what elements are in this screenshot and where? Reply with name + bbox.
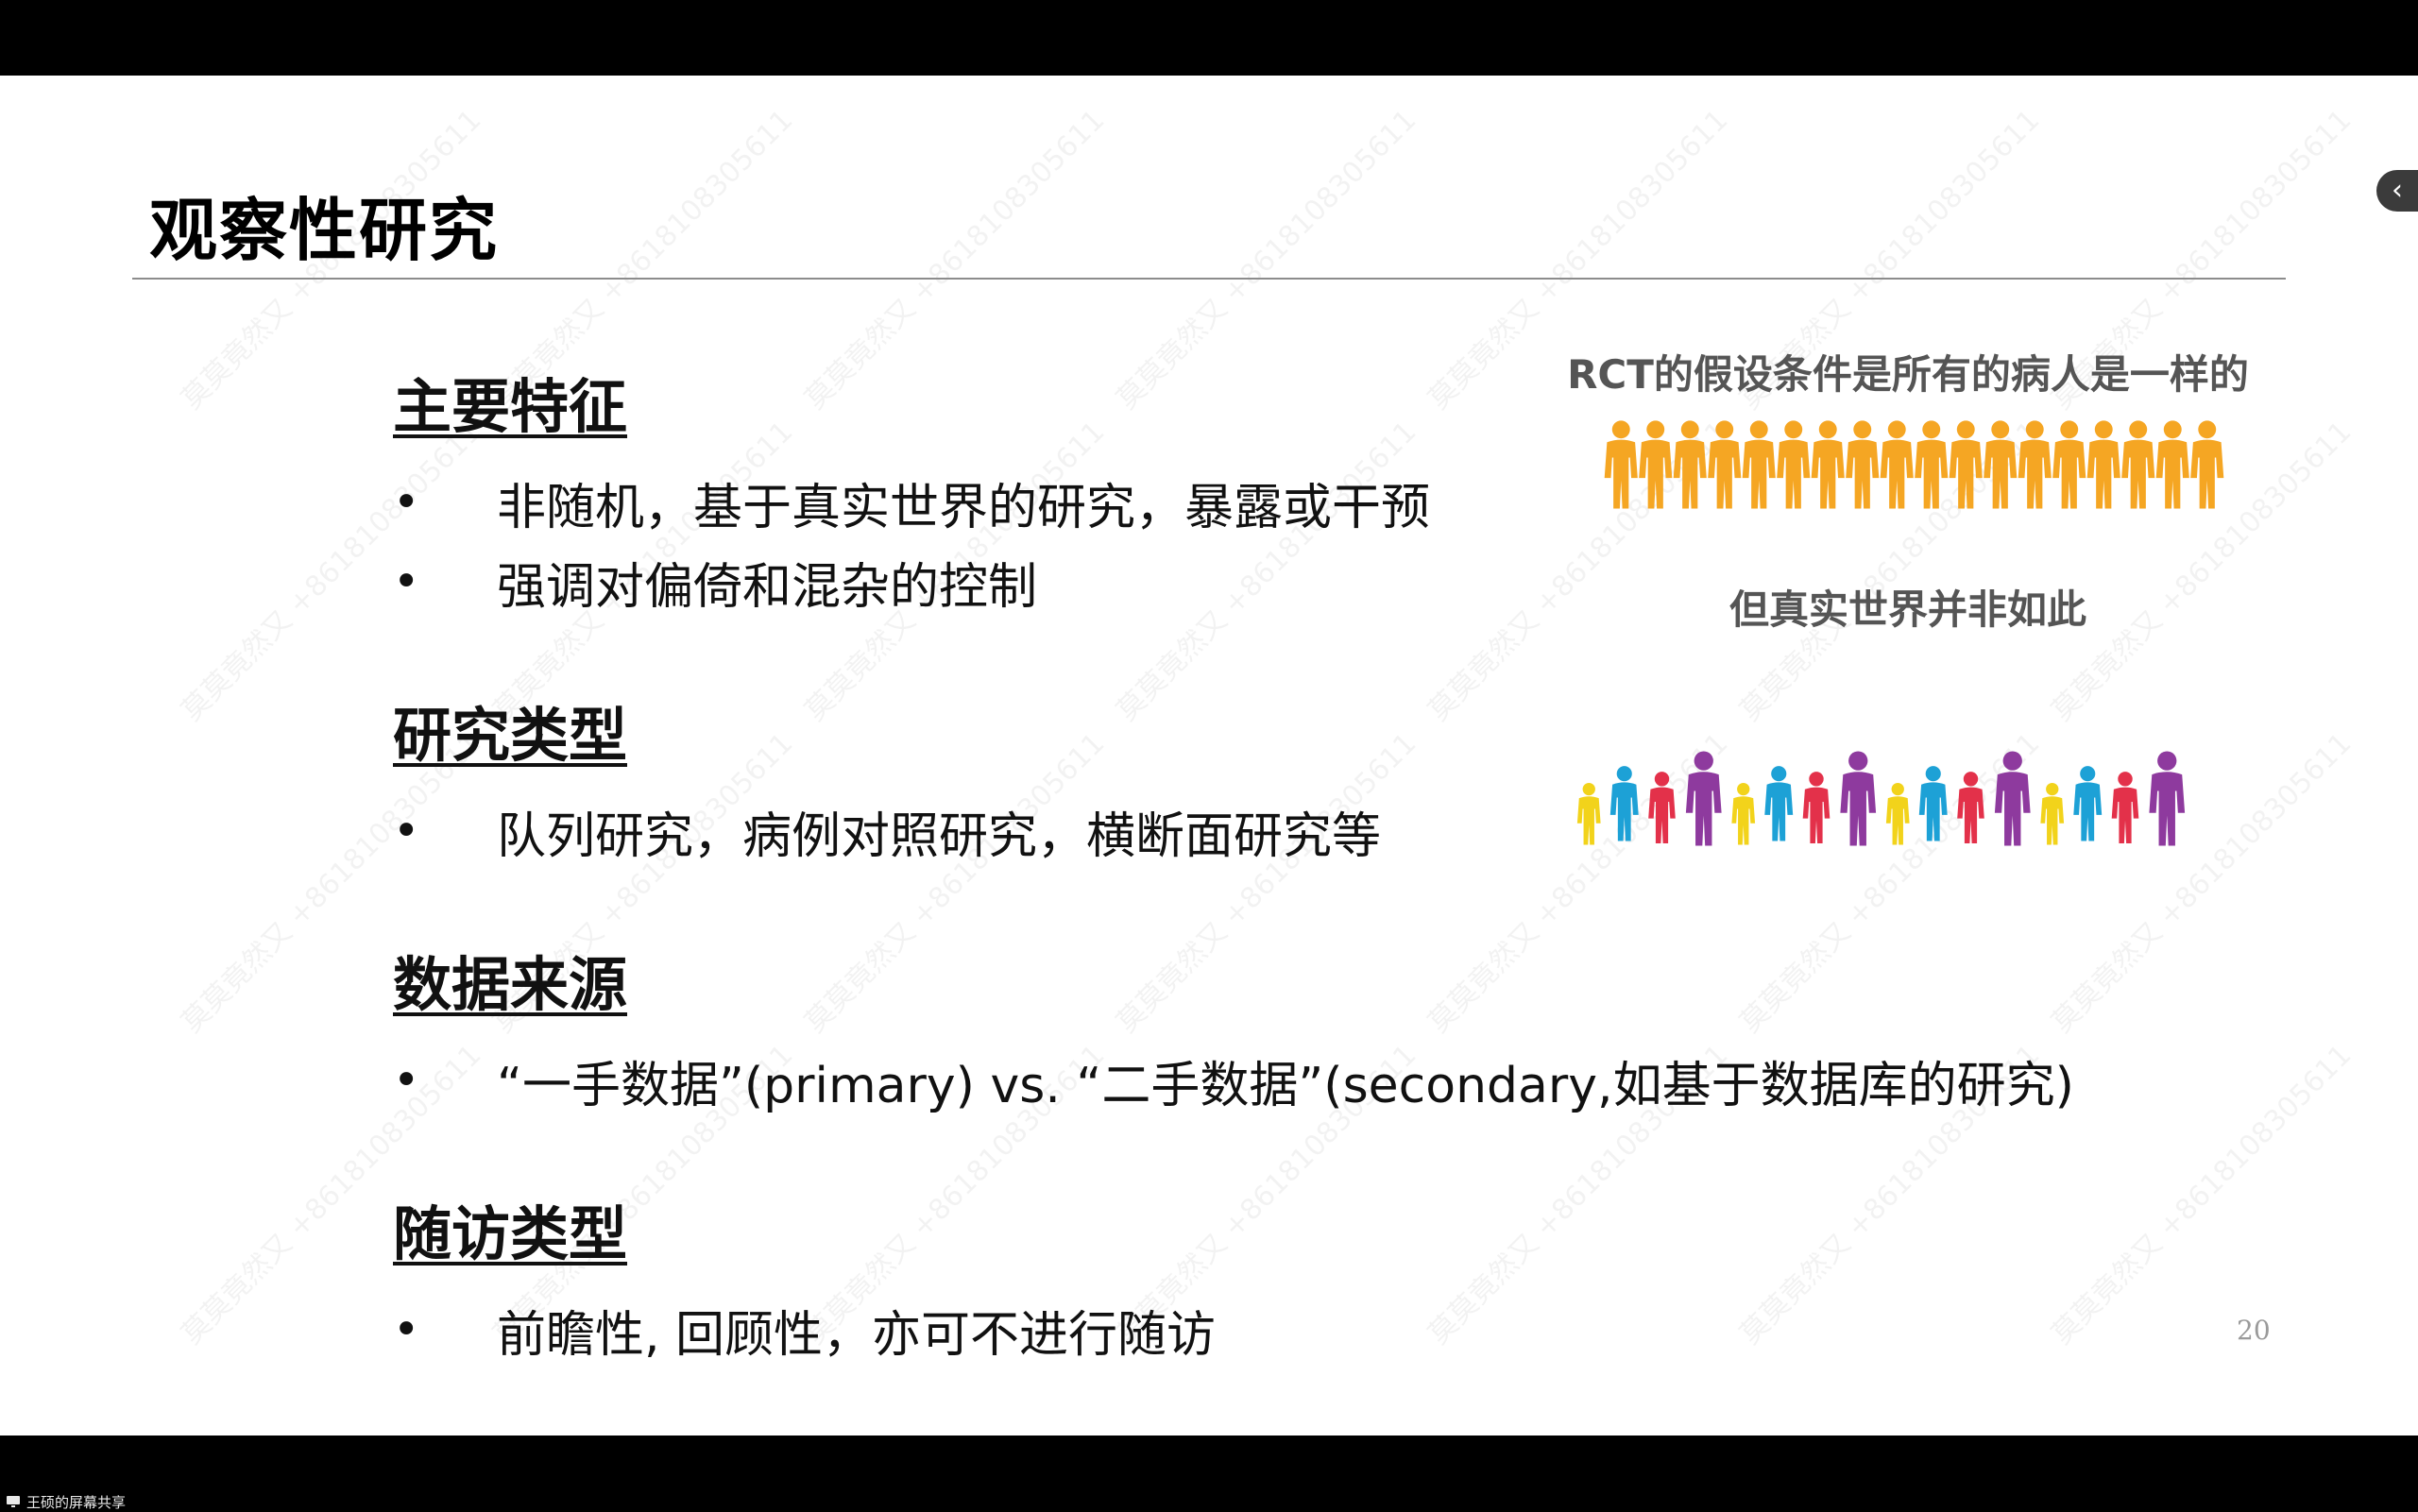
side-panel-toggle[interactable]: ‹ xyxy=(2376,170,2418,212)
person-figure xyxy=(1648,772,1676,843)
person-figure xyxy=(2040,782,2065,845)
person-figure xyxy=(2190,420,2224,509)
screen-share-bar: 王硕的屏幕共享 xyxy=(0,1492,2418,1511)
person-figure xyxy=(2052,420,2086,509)
bullet-item: • “一手数据”(primary) vs. “二手数据”(secondary,如… xyxy=(393,1041,2074,1120)
page-number: 20 xyxy=(2237,1315,2271,1346)
section-main-features: 主要特征 • 非随机，基于真实世界的研究，暴露或干预 • 强调对偏倚和混杂的控制 xyxy=(393,359,1430,621)
person-figure xyxy=(1673,420,1707,509)
section-data-sources: 数据来源 • “一手数据”(primary) vs. “二手数据”(second… xyxy=(393,937,2074,1120)
person-figure xyxy=(2086,420,2120,509)
screen-share-icon xyxy=(7,1496,20,1507)
illustration-caption-bottom: 但真实世界并非如此 xyxy=(1728,586,2086,633)
person-figure xyxy=(1609,766,1639,841)
bullet-text: 队列研究，病例对照研究，横断面研究等 xyxy=(497,807,1382,865)
bullet-marker: • xyxy=(393,1303,420,1356)
person-figure xyxy=(2073,766,2103,841)
diverse-people-illustration xyxy=(1576,751,2186,846)
bullet-item: • 非随机，基于真实世界的研究，暴露或干预 xyxy=(393,463,1430,542)
person-figure xyxy=(1685,751,1722,846)
person-figure xyxy=(1576,782,1601,845)
bullet-text: 强调对偏倚和混杂的控制 xyxy=(497,558,1038,616)
section-heading: 研究类型 xyxy=(393,701,628,770)
person-figure xyxy=(1811,420,1845,509)
person-figure xyxy=(1880,420,1914,509)
person-figure xyxy=(1885,782,1910,845)
slide-title: 观察性研究 xyxy=(149,191,500,270)
person-figure xyxy=(1994,751,2031,846)
person-figure xyxy=(1984,420,2018,509)
bullet-marker: • xyxy=(393,805,420,858)
person-figure xyxy=(1846,420,1880,509)
person-figure xyxy=(1840,751,1877,846)
bullet-item: • 队列研究，病例对照研究，横断面研究等 xyxy=(393,791,1381,871)
bullet-text: 前瞻性, 回顾性，亦可不进行随访 xyxy=(497,1306,1217,1364)
person-figure xyxy=(1915,420,1949,509)
person-figure xyxy=(1708,420,1742,509)
uniform-people-illustration xyxy=(1604,420,2224,509)
person-figure xyxy=(1604,420,1638,509)
person-figure xyxy=(2149,751,2186,846)
person-figure xyxy=(1639,420,1673,509)
section-heading: 数据来源 xyxy=(393,950,628,1019)
section-heading: 随访类型 xyxy=(393,1199,628,1268)
watermark-text: 莫莫竟然又 +8618108305611 xyxy=(2045,1038,2358,1351)
section-study-types: 研究类型 • 队列研究，病例对照研究，横断面研究等 xyxy=(393,688,1381,871)
bullet-text: 非随机，基于真实世界的研究，暴露或干预 xyxy=(497,479,1431,536)
illustration-caption-top: RCT的假设条件是所有的病人是一样的 xyxy=(1567,351,2249,398)
person-figure xyxy=(1949,420,1983,509)
chevron-left-icon: ‹ xyxy=(2392,174,2403,207)
section-heading: 主要特征 xyxy=(393,372,628,441)
person-figure xyxy=(1731,782,1756,845)
person-figure xyxy=(1742,420,1776,509)
section-follow-up-types: 随访类型 • 前瞻性, 回顾性，亦可不进行随访 xyxy=(393,1186,1216,1369)
bullet-item: • 前瞻性, 回顾性，亦可不进行随访 xyxy=(393,1290,1216,1369)
person-figure xyxy=(1957,772,1984,843)
person-figure xyxy=(1918,766,1948,841)
person-figure xyxy=(2121,420,2155,509)
person-figure xyxy=(1764,766,1794,841)
bullet-marker: • xyxy=(393,555,420,608)
bullet-marker: • xyxy=(393,476,420,529)
person-figure xyxy=(1777,420,1811,509)
person-figure xyxy=(1802,772,1831,843)
presentation-slide: 莫莫竟然又 +8618108305611 莫莫竟然又 +8618108305611… xyxy=(0,76,2418,1436)
person-figure xyxy=(2018,420,2052,509)
title-divider xyxy=(132,278,2286,280)
bullet-marker: • xyxy=(393,1054,420,1107)
bullet-item: • 强调对偏倚和混杂的控制 xyxy=(393,542,1430,621)
screen-share-label: 王硕的屏幕共享 xyxy=(26,1493,127,1511)
person-figure xyxy=(2155,420,2189,509)
person-figure xyxy=(2111,772,2139,843)
bullet-text: “一手数据”(primary) vs. “二手数据”(secondary,如基于… xyxy=(497,1057,2074,1114)
